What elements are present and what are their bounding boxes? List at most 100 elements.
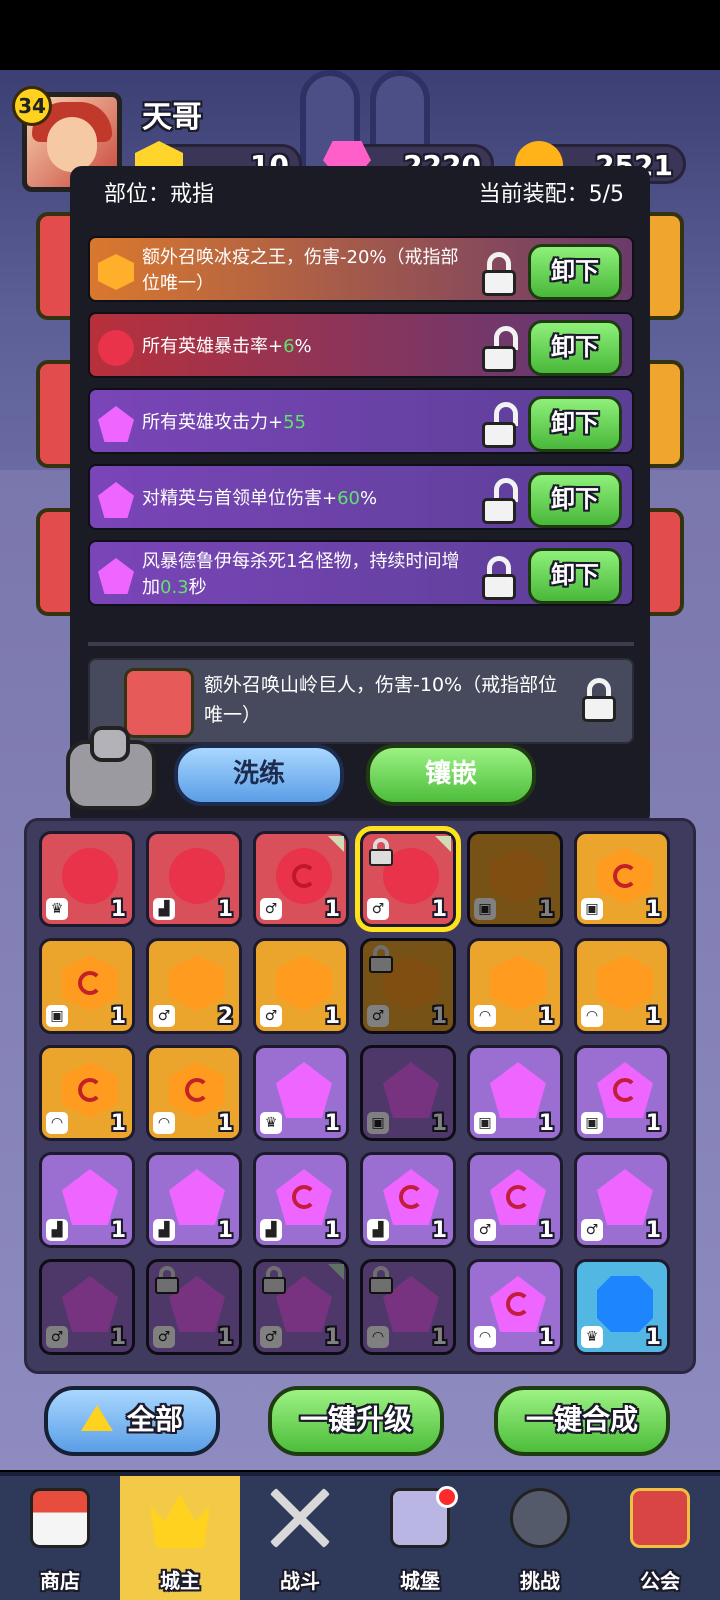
- swirl-icon: [78, 1078, 102, 1102]
- gem-cell[interactable]: ◠ 1: [146, 1045, 242, 1141]
- swirl-icon: [506, 1292, 530, 1316]
- equipped-affix-row: 风暴德鲁伊每杀死1名怪物，持续时间增加0.3秒 卸下: [88, 540, 634, 606]
- crown-slot-icon: ♛: [581, 1326, 603, 1348]
- nav-shop[interactable]: 商店: [0, 1476, 120, 1600]
- inlay-button[interactable]: 镶嵌: [366, 744, 536, 806]
- gem-count: 1: [431, 1325, 447, 1350]
- armor-slot-icon: ▣: [581, 1112, 603, 1134]
- gem-cell[interactable]: ▟ 1: [39, 1152, 135, 1248]
- helmet-slot-icon: ◠: [367, 1326, 389, 1348]
- gem-count: 1: [110, 897, 126, 922]
- corner-flag-icon: [328, 1264, 344, 1280]
- swirl-icon: [506, 1185, 530, 1209]
- gem-cell[interactable]: ♂ 1: [467, 1152, 563, 1248]
- gem-icon: [169, 848, 225, 904]
- gem-cell[interactable]: ▟ 1: [146, 1152, 242, 1248]
- gem-count: 1: [110, 1004, 126, 1029]
- gem-icon: [98, 330, 134, 366]
- unequip-button[interactable]: 卸下: [528, 548, 622, 604]
- unequip-button[interactable]: 卸下: [528, 244, 622, 300]
- affix-value: 6: [283, 336, 295, 357]
- gem-cell[interactable]: ♂ 1: [39, 1259, 135, 1355]
- nav-lord[interactable]: 城主: [120, 1476, 240, 1600]
- gem-icon: [276, 1062, 332, 1118]
- gem-count: 1: [324, 1004, 340, 1029]
- gem-cell[interactable]: ♂ 1: [360, 938, 456, 1034]
- gem-cell[interactable]: ♂ 1: [253, 831, 349, 927]
- player-level-badge: 34: [12, 86, 52, 126]
- affix-text-content: 额外召唤冰疫之王，伤害-20%（戒指部位唯一）: [142, 245, 472, 297]
- position-label: 部位：戒指: [104, 182, 215, 207]
- affix-text-content: 风暴德鲁伊每杀死1名怪物，持续时间增加0.3秒: [142, 549, 472, 601]
- ring-slot-icon: ♂: [260, 1326, 282, 1348]
- nav-label: 城主: [160, 1569, 200, 1593]
- gem-icon: [276, 955, 332, 1011]
- affix-text-content: 所有英雄攻击力+55: [142, 410, 306, 436]
- gem-count: 1: [217, 1325, 233, 1350]
- gem-cell[interactable]: ◠ 1: [360, 1259, 456, 1355]
- affix-value: 60: [337, 488, 360, 509]
- unequip-button[interactable]: 卸下: [528, 396, 622, 452]
- gem-cell[interactable]: ▣ 1: [574, 1045, 670, 1141]
- gem-cell[interactable]: ▟ 1: [360, 1152, 456, 1248]
- ring-slot-icon: ♂: [474, 1219, 496, 1241]
- unequip-button[interactable]: 卸下: [528, 472, 622, 528]
- gem-cell[interactable]: ▣ 1: [467, 831, 563, 927]
- gem-cell[interactable]: ♂ 1: [253, 1259, 349, 1355]
- gem-cell[interactable]: ▣ 1: [39, 938, 135, 1034]
- filter-all-button[interactable]: 全部: [44, 1386, 220, 1456]
- gem-cell[interactable]: ♂ 2: [146, 938, 242, 1034]
- gem-count: 1: [538, 1325, 554, 1350]
- lock-icon: [262, 1266, 286, 1294]
- unlock-icon[interactable]: [480, 402, 518, 448]
- nav-battle[interactable]: 战斗: [240, 1476, 360, 1600]
- gem-count: 1: [217, 897, 233, 922]
- challenge-icon: [510, 1488, 570, 1548]
- gem-cell[interactable]: ♂ 1: [574, 1152, 670, 1248]
- nav-guild[interactable]: 公会: [600, 1476, 720, 1600]
- helmet-slot-icon: ◠: [581, 1005, 603, 1027]
- gem-cell[interactable]: ▟ 1: [253, 1152, 349, 1248]
- gem-cell[interactable]: ♂ 1: [355, 826, 461, 932]
- boot-slot-icon: ▟: [153, 1219, 175, 1241]
- affix-value: 0.3: [160, 577, 189, 598]
- affix-text: 所有英雄攻击力+55: [142, 396, 472, 450]
- gem-count: 1: [431, 897, 447, 922]
- gem-inventory-grid: ♛ 1 ▟ 1 ♂ 1 ♂ 1 ▣ 1 ▣ 1 ▣ 1 ♂ 2 ♂ 1 ♂ 1 ◠ 1 ◠ 1 ◠ 1 ◠ 1 ♛ 1 ▣ 1 ▣ 1 ▣ 1 ▟ 1 ▟ 1…: [24, 818, 696, 1374]
- affix-unit: %: [294, 336, 312, 357]
- nav-castle[interactable]: 城堡: [360, 1476, 480, 1600]
- gem-icon: [597, 1276, 653, 1332]
- equip-count-label: 当前装配：5/5: [478, 182, 624, 207]
- filter-all-label: 全部: [126, 1403, 183, 1436]
- gem-cell[interactable]: ▟ 1: [146, 831, 242, 927]
- gem-cell[interactable]: ◠ 1: [467, 1259, 563, 1355]
- unequip-button[interactable]: 卸下: [528, 320, 622, 376]
- lock-icon[interactable]: [480, 252, 518, 296]
- gem-cell[interactable]: ▣ 1: [360, 1045, 456, 1141]
- gem-cell[interactable]: ♂ 1: [253, 938, 349, 1034]
- gem-count: 1: [538, 897, 554, 922]
- gem-count: 1: [645, 1325, 661, 1350]
- gem-icon: [98, 406, 134, 442]
- gem-cell[interactable]: ♂ 1: [146, 1259, 242, 1355]
- nav-challenge[interactable]: 挑战: [480, 1476, 600, 1600]
- one-click-merge-button[interactable]: 一键合成: [494, 1386, 670, 1456]
- refine-button[interactable]: 洗练: [174, 744, 344, 806]
- gem-icon: [98, 254, 134, 290]
- boot-slot-icon: ▟: [46, 1219, 68, 1241]
- gem-cell[interactable]: ♛ 1: [574, 1259, 670, 1355]
- gem-cell[interactable]: ◠ 1: [39, 1045, 135, 1141]
- gem-cell[interactable]: ♛ 1: [253, 1045, 349, 1141]
- gem-cell[interactable]: ◠ 1: [574, 938, 670, 1034]
- swirl-icon: [613, 1078, 637, 1102]
- unlock-icon[interactable]: [480, 326, 518, 372]
- one-click-upgrade-button[interactable]: 一键升级: [268, 1386, 444, 1456]
- gem-cell[interactable]: ♛ 1: [39, 831, 135, 927]
- unlock-icon[interactable]: [480, 478, 518, 524]
- lock-icon[interactable]: [480, 556, 518, 600]
- gem-cell[interactable]: ▣ 1: [467, 1045, 563, 1141]
- gem-cell[interactable]: ▣ 1: [574, 831, 670, 927]
- corner-flag-icon: [435, 836, 451, 852]
- gem-cell[interactable]: ◠ 1: [467, 938, 563, 1034]
- affix-value: 55: [283, 412, 306, 433]
